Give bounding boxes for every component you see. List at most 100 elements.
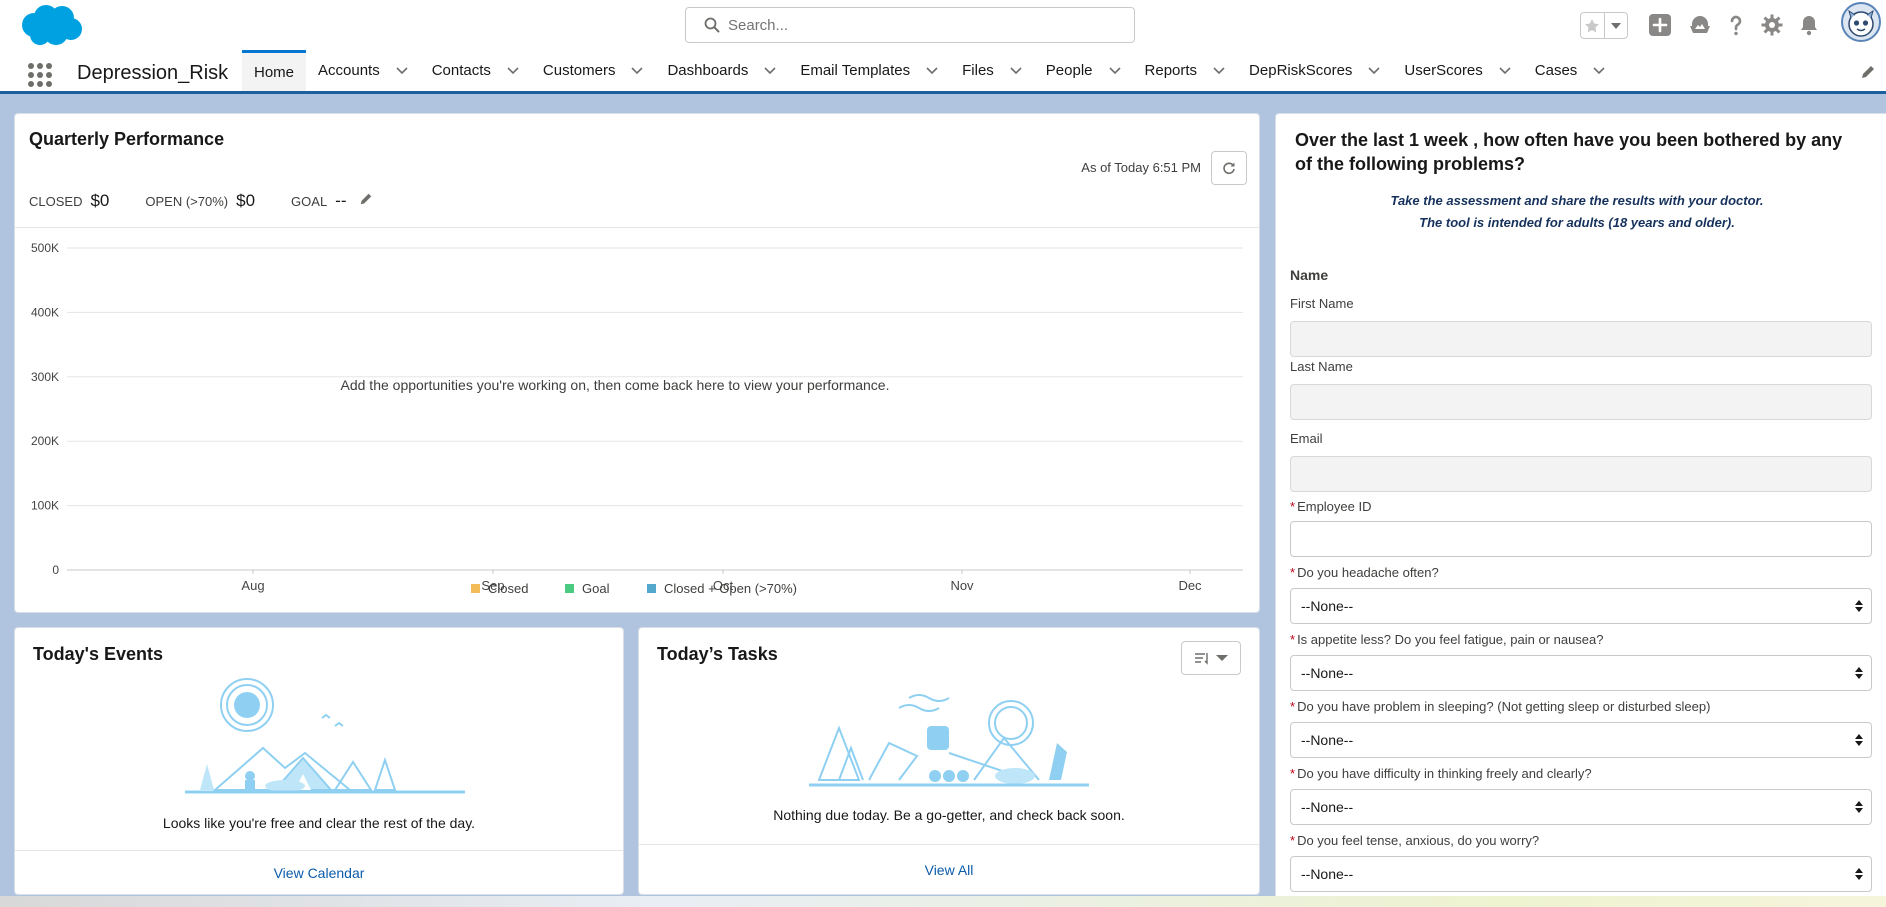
pencil-icon xyxy=(1862,66,1874,78)
nav-tab-label: Home xyxy=(254,63,295,81)
nav-tab-menu-toggle[interactable] xyxy=(1368,62,1380,79)
favorites-menu-button[interactable] xyxy=(1603,13,1627,38)
nav-tab-cases[interactable]: Cases xyxy=(1523,50,1618,91)
closed-value: $0 xyxy=(90,191,110,210)
astro-avatar-icon xyxy=(1848,9,1874,37)
chevron-down-icon xyxy=(507,67,519,75)
nav-tab-menu-toggle[interactable] xyxy=(396,62,408,79)
app-launcher-dot xyxy=(46,63,52,69)
nav-tab-label: DepRiskScores xyxy=(1249,62,1353,79)
add-icon xyxy=(1649,14,1671,36)
favorites-star-button[interactable] xyxy=(1581,13,1604,38)
legend-swatch xyxy=(471,584,480,593)
setup-button[interactable] xyxy=(1760,13,1784,37)
first-name-input[interactable] xyxy=(1290,321,1872,357)
last-name-input[interactable] xyxy=(1290,384,1872,420)
nav-tab-label: People xyxy=(1045,62,1093,79)
app-launcher-button[interactable] xyxy=(28,63,52,87)
search-input[interactable] xyxy=(728,16,1108,34)
view-all-tasks-link[interactable]: View All xyxy=(925,862,974,878)
favorites-button-group xyxy=(1580,12,1628,39)
question-select[interactable]: --None-- xyxy=(1290,655,1872,691)
global-search[interactable] xyxy=(685,7,1135,43)
nav-tab-menu-toggle[interactable] xyxy=(507,62,519,79)
nav-tabs: Home Accounts Contacts Customers Dashboards E… xyxy=(242,50,1617,91)
salesforce-logo[interactable] xyxy=(18,3,84,49)
nav-tab-email-templates[interactable]: Email Templates xyxy=(788,50,950,91)
nav-tab-depriskscores[interactable]: DepRiskScores xyxy=(1237,50,1392,91)
user-avatar[interactable] xyxy=(1841,2,1881,42)
nav-tab-customers[interactable]: Customers xyxy=(531,50,656,91)
refresh-button[interactable] xyxy=(1211,151,1247,185)
question-select[interactable]: --None-- xyxy=(1290,789,1872,825)
name-section-label: Name xyxy=(1290,267,1329,283)
email-input[interactable] xyxy=(1290,456,1872,492)
nav-tab-dashboards[interactable]: Dashboards xyxy=(655,50,788,91)
trailhead-button[interactable] xyxy=(1688,13,1712,37)
question-label: Is appetite less? Do you feel fatigue, p… xyxy=(1297,632,1604,647)
global-actions-button[interactable] xyxy=(1648,13,1672,37)
question-label-row: * Do you have problem in sleeping? (Not g… xyxy=(1290,699,1872,719)
question-select[interactable]: --None-- xyxy=(1290,722,1872,758)
help-button[interactable] xyxy=(1724,13,1748,37)
x-tick-label: Nov xyxy=(950,578,974,593)
legend-label: Closed xyxy=(488,581,528,596)
question-select[interactable]: --None-- xyxy=(1290,856,1872,892)
required-marker: * xyxy=(1290,565,1296,580)
nav-tab-menu-toggle[interactable] xyxy=(764,62,776,79)
nav-tab-menu-toggle[interactable] xyxy=(1499,62,1511,79)
camping-illustration xyxy=(185,678,465,794)
nav-tab-home[interactable]: Home xyxy=(242,50,307,91)
assessment-form-card: Over the last 1 week , how often have yo… xyxy=(1275,113,1886,907)
chevron-down-icon xyxy=(764,67,776,75)
legend-label: Closed + Open (>70%) xyxy=(664,581,797,596)
subtitle-line: Take the assessment and share the result… xyxy=(1390,193,1764,208)
nav-tab-people[interactable]: People xyxy=(1034,50,1133,91)
nav-tab-menu-toggle[interactable] xyxy=(1593,62,1605,79)
chevron-down-icon xyxy=(396,67,408,75)
edit-nav-button[interactable] xyxy=(1860,64,1876,83)
app-launcher-dot xyxy=(46,81,52,87)
question-select[interactable]: --None-- xyxy=(1290,588,1872,624)
nav-tab-menu-toggle[interactable] xyxy=(926,62,938,79)
nav-tab-files[interactable]: Files xyxy=(950,50,1034,91)
select-value: --None-- xyxy=(1301,732,1354,748)
question-label: Do you headache often? xyxy=(1297,565,1439,580)
nav-tab-menu-toggle[interactable] xyxy=(1213,62,1225,79)
employee-id-field: * Employee ID xyxy=(1290,499,1872,557)
employee-id-input[interactable] xyxy=(1290,521,1872,557)
quarterly-performance-card: Quarterly Performance As of Today 6:51 P… xyxy=(14,113,1260,613)
card-footer: View Calendar xyxy=(15,850,623,894)
edit-goal-button[interactable] xyxy=(359,192,373,209)
assessment-subtitle: Take the assessment and share the result… xyxy=(1276,190,1878,234)
task-filter-button[interactable] xyxy=(1181,641,1241,675)
chart-empty-message: Add the opportunities you're working on,… xyxy=(341,377,890,393)
nav-tab-reports[interactable]: Reports xyxy=(1133,50,1238,91)
notifications-button[interactable] xyxy=(1797,13,1821,37)
subtitle-line: The tool is intended for adults (18 year… xyxy=(1419,215,1735,230)
app-launcher-dot xyxy=(37,81,43,87)
nav-tab-accounts[interactable]: Accounts xyxy=(306,50,420,91)
question-label-row: * Do you feel tense, anxious, do you worr… xyxy=(1290,833,1872,853)
chevron-down-icon xyxy=(1368,67,1380,75)
nav-tab-menu-toggle[interactable] xyxy=(1010,62,1022,79)
last-name-label: Last Name xyxy=(1290,359,1353,374)
question-field: * Is appetite less? Do you feel fatigue, … xyxy=(1290,632,1872,691)
chevron-down-icon xyxy=(926,67,938,75)
nav-tab-menu-toggle[interactable] xyxy=(1108,62,1121,79)
assessment-question: Over the last 1 week , how often have yo… xyxy=(1295,130,1843,174)
nav-tab-userscores[interactable]: UserScores xyxy=(1392,50,1522,91)
pencil-icon xyxy=(360,193,371,205)
events-empty-message: Looks like you're free and clear the res… xyxy=(162,815,476,831)
nav-tab-menu-toggle[interactable] xyxy=(631,62,644,79)
app-launcher-dot xyxy=(28,63,34,69)
trailhead-icon xyxy=(1690,16,1710,33)
chevron-down-icon xyxy=(1213,67,1225,75)
y-tick-label: 0 xyxy=(52,563,59,577)
open-stat: OPEN (>70%) $0 xyxy=(145,191,255,211)
open-label: OPEN (>70%) xyxy=(145,194,229,209)
nav-tab-contacts[interactable]: Contacts xyxy=(420,50,531,91)
required-marker: * xyxy=(1290,699,1296,714)
nav-tab-label: Dashboards xyxy=(667,62,749,79)
view-calendar-link[interactable]: View Calendar xyxy=(274,865,365,881)
